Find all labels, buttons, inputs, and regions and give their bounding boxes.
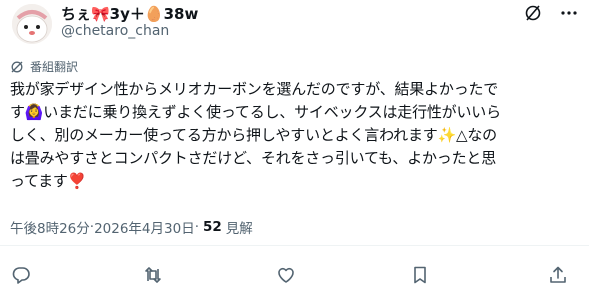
display-name-row[interactable]: ちぇ🎀3y＋🥚38w	[61, 3, 198, 23]
meta-separator: ·	[194, 219, 199, 235]
like-icon[interactable]	[275, 264, 297, 286]
reply-icon[interactable]	[10, 264, 32, 286]
tweet-line: す🙆‍♀️いまだに乗り換えずよく使ってるし、サイベックスは走行性がいいら	[10, 103, 501, 121]
top-actions	[523, 3, 579, 23]
tweet-time[interactable]: 午後8時26分	[10, 217, 90, 237]
views-label[interactable]: 見解	[226, 217, 253, 237]
retweet-icon[interactable]	[142, 264, 164, 286]
tweet-text: 我が家デザイン性からメリオカーボンを選んだのですが、結果よかったで す🙆‍♀️い…	[10, 78, 582, 193]
grok-slash-icon[interactable]	[523, 3, 543, 23]
tweet-line: 我が家デザイン性からメリオカーボンを選んだのですが、結果よかったで	[10, 80, 499, 98]
avatar-image	[12, 4, 52, 44]
share-icon[interactable]	[547, 264, 569, 286]
tweet-meta: 午後8時26分 · 2026年4月30日 · 52 見解	[10, 217, 253, 237]
divider	[0, 245, 589, 246]
bookmark-icon[interactable]	[409, 264, 431, 286]
translate-icon	[11, 61, 23, 72]
tweet-line: は畳みやすさとコンパクトさだけど、それをさっ引いても、よかったと思	[10, 149, 497, 167]
views-count[interactable]: 52	[203, 219, 222, 235]
translate-button[interactable]: 番組翻訳	[10, 58, 78, 75]
tweet-date[interactable]: 2026年4月30日	[94, 217, 195, 237]
user-handle[interactable]: @chetaro_chan	[61, 23, 169, 39]
avatar[interactable]	[12, 4, 52, 44]
action-bar	[0, 264, 589, 286]
tweet-line: しく、別のメーカー使ってる方から押しやすいとよく言われます✨△なの	[10, 126, 497, 144]
translate-label: 番組翻訳	[30, 60, 79, 74]
more-icon[interactable]	[559, 3, 579, 23]
display-name[interactable]: ちぇ🎀3y＋🥚38w	[61, 3, 198, 24]
tweet-line: ってます❣️	[10, 172, 87, 190]
